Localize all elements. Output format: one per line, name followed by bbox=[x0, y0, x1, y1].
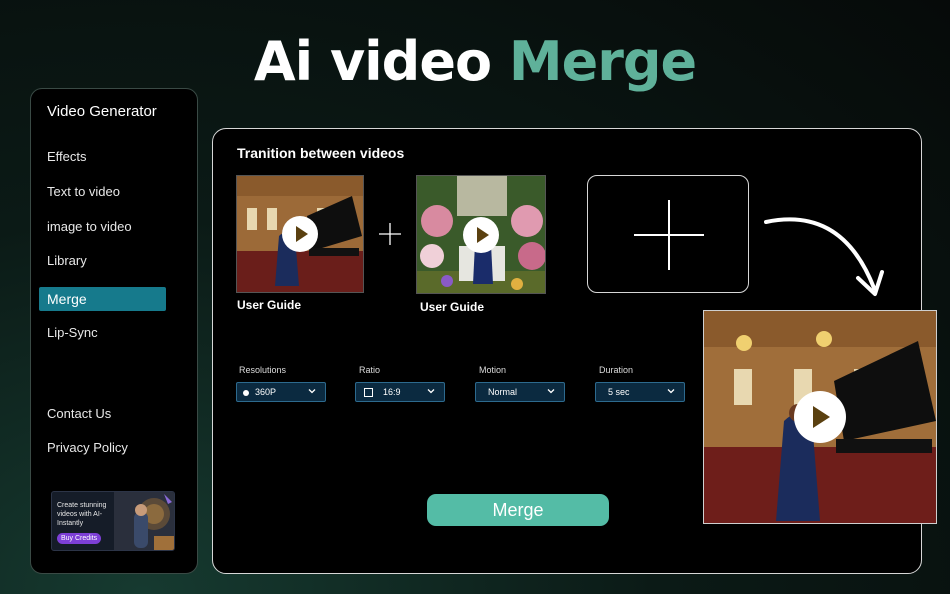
resolutions-value: 360P bbox=[255, 387, 277, 397]
promo-card[interactable]: Create stunning videos with AI-Instantly… bbox=[51, 491, 175, 551]
add-video-button[interactable] bbox=[587, 175, 749, 293]
sidebar-item-contact-us[interactable]: Contact Us bbox=[47, 406, 111, 421]
promo-text: Create stunning videos with AI-Instantly bbox=[57, 502, 107, 527]
sidebar-item-library[interactable]: Library bbox=[47, 253, 87, 268]
resolutions-label: Resolutions bbox=[239, 365, 287, 375]
sidebar-item-privacy-policy[interactable]: Privacy Policy bbox=[47, 440, 128, 455]
sidebar-item-merge[interactable]: Merge bbox=[39, 287, 166, 311]
chevron-down-icon bbox=[547, 389, 555, 394]
play-icon[interactable] bbox=[794, 391, 846, 443]
ratio-select[interactable]: 16:9 bbox=[355, 382, 445, 402]
chevron-down-icon bbox=[667, 389, 675, 394]
page-headline: Ai video Merge bbox=[0, 30, 950, 93]
plus-icon bbox=[379, 223, 401, 245]
ratio-value: 16:9 bbox=[383, 387, 401, 397]
motion-label: Motion bbox=[479, 365, 507, 375]
motion-select[interactable]: Normal bbox=[475, 382, 565, 402]
merged-video-preview[interactable] bbox=[703, 310, 937, 524]
play-icon[interactable] bbox=[463, 216, 499, 253]
play-icon[interactable] bbox=[282, 216, 318, 252]
video-thumbnail-2[interactable] bbox=[416, 175, 546, 294]
panel-title: Tranition between videos bbox=[237, 145, 405, 161]
sidebar-item-text-to-video[interactable]: Text to video bbox=[47, 184, 120, 199]
headline-white: Ai video bbox=[253, 30, 509, 93]
ratio-label: Ratio bbox=[359, 365, 381, 375]
sidebar-item-image-to-video[interactable]: image to video bbox=[47, 219, 132, 234]
headline-green: Merge bbox=[508, 30, 697, 93]
video-thumbnail-1[interactable] bbox=[236, 175, 364, 293]
sidebar-item-lip-sync[interactable]: Lip-Sync bbox=[47, 325, 98, 340]
merge-button[interactable]: Merge bbox=[427, 494, 609, 526]
add-video-icon bbox=[634, 200, 704, 270]
motion-value: Normal bbox=[488, 387, 518, 397]
duration-select[interactable]: 5 sec bbox=[595, 382, 685, 402]
duration-label: Duration bbox=[599, 365, 634, 375]
sidebar-item-effects[interactable]: Effects bbox=[47, 149, 87, 164]
resolutions-select[interactable]: 360P bbox=[236, 382, 326, 402]
buy-credits-button[interactable]: Buy Credits bbox=[57, 533, 102, 544]
chevron-down-icon bbox=[427, 389, 435, 394]
radio-dot-icon bbox=[243, 390, 249, 396]
sidebar-title: Video Generator bbox=[47, 103, 157, 120]
promo-image bbox=[114, 492, 174, 550]
sidebar: Video Generator Effects Text to video im… bbox=[30, 88, 198, 574]
chevron-down-icon bbox=[308, 389, 316, 394]
curved-arrow-icon bbox=[764, 217, 884, 296]
thumb-label-1: User Guide bbox=[237, 298, 302, 312]
aspect-ratio-icon bbox=[364, 388, 373, 397]
thumb-label-2: User Guide bbox=[420, 300, 485, 314]
duration-value: 5 sec bbox=[608, 387, 630, 397]
